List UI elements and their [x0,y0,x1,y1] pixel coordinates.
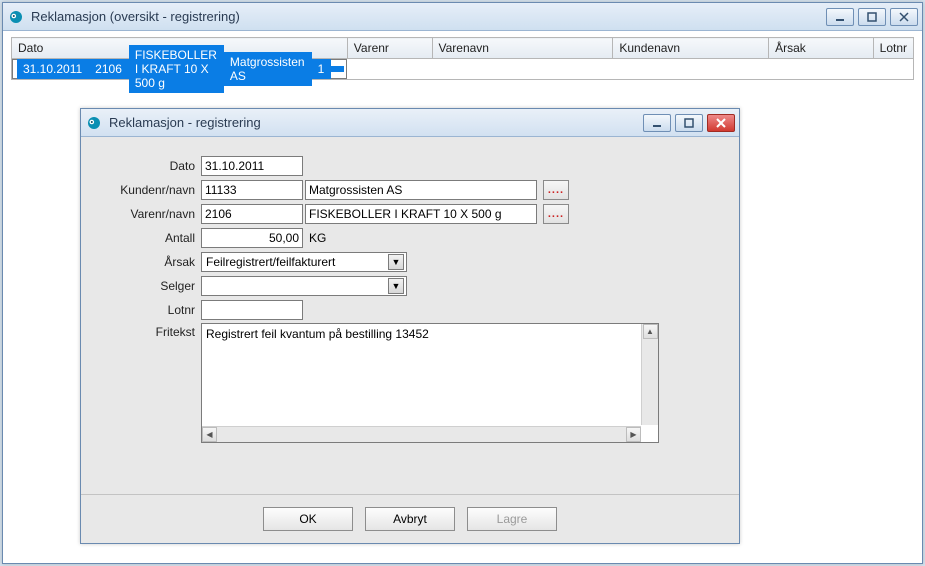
scrollbar-vertical[interactable]: ▲ [641,324,658,425]
scroll-right-icon: ▶ [626,427,641,442]
selger-select[interactable]: ▼ [201,276,407,296]
kunde-lookup-button[interactable]: .... [543,180,569,200]
main-minimize-button[interactable] [826,8,854,26]
dialog-body: Dato Kundenr/navn .... Varenr/navn .... … [81,137,739,543]
ok-button[interactable]: OK [263,507,353,531]
cell-lotnr [331,66,344,72]
kundenr-input[interactable] [201,180,303,200]
label-kundenr: Kundenr/navn [91,183,201,197]
label-fritekst: Fritekst [91,323,201,339]
dato-input[interactable] [201,156,303,176]
col-varenavn[interactable]: Varenavn [432,38,613,59]
antall-input[interactable] [201,228,303,248]
dialog-close-button[interactable] [707,114,735,132]
main-titlebar: Reklamasjon (oversikt - registrering) [3,3,922,31]
label-selger: Selger [91,279,201,293]
save-button[interactable]: Lagre [467,507,557,531]
col-lotnr[interactable]: Lotnr [873,38,913,59]
scroll-up-icon: ▲ [643,324,658,339]
chevron-down-icon: ▼ [388,278,404,294]
cell-varenavn: FISKEBOLLER I KRAFT 10 X 500 g [129,45,224,93]
label-varenr: Varenr/navn [91,207,201,221]
col-arsak[interactable]: Årsak [769,38,874,59]
varenr-input[interactable] [201,204,303,224]
col-varenr[interactable]: Varenr [347,38,432,59]
complaints-table[interactable]: Dato Varenr Varenavn Kundenavn Årsak Lot… [11,37,914,80]
app-icon [7,8,25,26]
arsak-value: Feilregistrert/feilfakturert [206,255,335,269]
main-close-button[interactable] [890,8,918,26]
dialog-title: Reklamasjon - registrering [109,115,643,130]
cell-kundenavn: Matgrossisten AS [224,52,312,86]
scroll-left-icon: ◀ [202,427,217,442]
dialog-maximize-button[interactable] [675,114,703,132]
cell-dato: 31.10.2011 [17,59,89,79]
label-dato: Dato [91,159,201,173]
main-maximize-button[interactable] [858,8,886,26]
label-antall: Antall [91,231,201,245]
cell-arsak: 1 [312,59,332,79]
col-kundenavn[interactable]: Kundenavn [613,38,769,59]
lotnr-input[interactable] [201,300,303,320]
dialog-app-icon [85,114,103,132]
main-title: Reklamasjon (oversikt - registrering) [31,9,826,24]
varenavn-input[interactable] [305,204,537,224]
antall-unit: KG [303,231,326,245]
label-arsak: Årsak [91,255,201,269]
dialog-minimize-button[interactable] [643,114,671,132]
dialog-titlebar: Reklamasjon - registrering [81,109,739,137]
kundenavn-input[interactable] [305,180,537,200]
cell-varenr: 2106 [89,59,129,79]
dialog-window: Reklamasjon - registrering Dato Kundenr/… [80,108,740,544]
chevron-down-icon: ▼ [388,254,404,270]
scrollbar-horizontal[interactable]: ◀ ▶ [202,426,641,442]
fritekst-textarea[interactable] [201,323,659,443]
vare-lookup-button[interactable]: .... [543,204,569,224]
cancel-button[interactable]: Avbryt [365,507,455,531]
arsak-select[interactable]: Feilregistrert/feilfakturert ▼ [201,252,407,272]
table-row[interactable]: 31.10.2011 2106 FISKEBOLLER I KRAFT 10 X… [12,59,347,79]
label-lotnr: Lotnr [91,303,201,317]
